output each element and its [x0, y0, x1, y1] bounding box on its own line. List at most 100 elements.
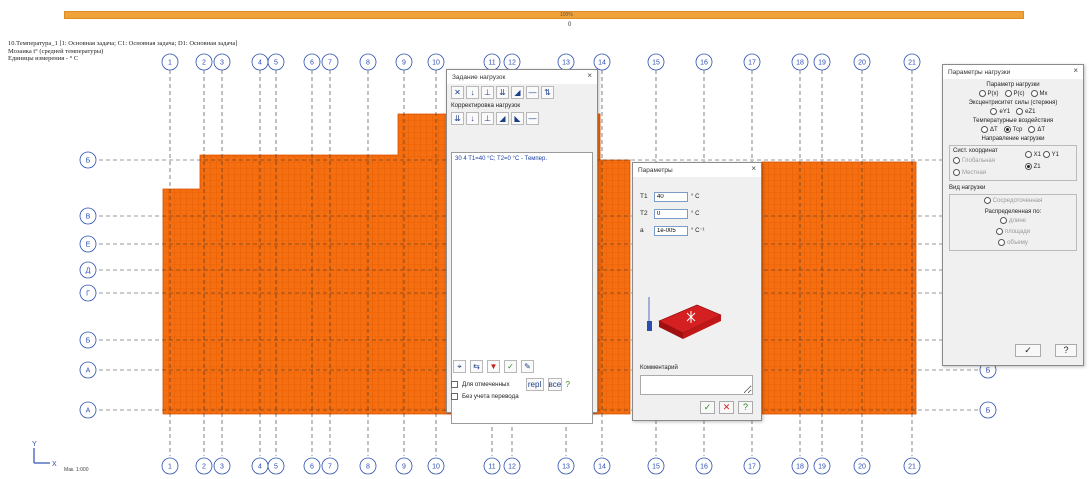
- triangle-load-icon[interactable]: ◣: [511, 112, 524, 125]
- radio-global[interactable]: Глобальная: [953, 157, 995, 164]
- t1-row: T1 ° C: [640, 191, 761, 202]
- axis-number-top: 17: [743, 53, 761, 71]
- loads-window[interactable]: Задание нагрузок × ✕ ↓ ⊥ ⇊ ◢ — ⇅ Коррект…: [446, 69, 598, 424]
- radio-ey1-label: еY1: [999, 108, 1011, 115]
- axis-number-top: 20: [853, 53, 871, 71]
- svg-text:6: 6: [310, 60, 314, 67]
- loads-toolbar-1: ✕ ↓ ⊥ ⇊ ◢ — ⇅: [447, 84, 597, 101]
- svg-text:20: 20: [858, 60, 866, 67]
- svg-text:7: 7: [328, 60, 332, 67]
- temperature-mosaic-right[interactable]: [761, 161, 917, 415]
- close-icon[interactable]: ×: [587, 71, 592, 80]
- delete-load-icon[interactable]: ✕: [451, 86, 464, 99]
- distributed-load-icon[interactable]: ⇊: [496, 86, 509, 99]
- radio-dt2[interactable]: ΔT: [1028, 126, 1045, 133]
- svg-text:5: 5: [274, 60, 278, 67]
- trapezoid-load-2-icon[interactable]: ◢: [496, 112, 509, 125]
- replace-button[interactable]: repl: [525, 377, 544, 391]
- axis-number-bottom: 18: [791, 457, 809, 475]
- parameters-window[interactable]: Параметры × T1 ° C T2 ° C a ° C⁻¹ Коммен…: [632, 162, 762, 421]
- radio-x1[interactable]: X1: [1024, 151, 1041, 158]
- svg-text:9: 9: [402, 60, 406, 67]
- radio-volume-label: объему: [1007, 239, 1028, 246]
- radio-area[interactable]: площади: [995, 228, 1030, 235]
- ok-button[interactable]: ✓: [700, 401, 715, 414]
- svg-text:3: 3: [220, 464, 224, 471]
- axis-letter-left: Г: [79, 284, 97, 302]
- list-item[interactable]: 30 4 T1=40 °C; T2=0 °C - Темпер.: [452, 153, 592, 165]
- all-button[interactable]: все: [547, 377, 562, 391]
- radio-volume[interactable]: объему: [998, 239, 1028, 246]
- axis-number-top: 16: [695, 53, 713, 71]
- axis-number-bottom: 5: [267, 457, 285, 475]
- svg-text:Г: Г: [86, 291, 90, 298]
- axis-number-top: 21: [903, 53, 921, 71]
- axis-number-bottom: 14: [593, 457, 611, 475]
- line-load-icon[interactable]: —: [526, 86, 539, 99]
- load-parameters-panel[interactable]: Параметры нагрузки × Параметр нагрузки Р…: [942, 64, 1084, 366]
- swap-icon[interactable]: ⇆: [470, 360, 483, 373]
- t2-unit: ° C: [691, 210, 700, 217]
- axis-number-top: 12: [503, 53, 521, 71]
- no-transfer-checkbox[interactable]: [451, 392, 458, 400]
- apply-icon[interactable]: ✓: [504, 360, 517, 373]
- axis-number-bottom: 10: [427, 457, 445, 475]
- line-load-2-icon[interactable]: —: [526, 112, 539, 125]
- axis-number-top: 1: [161, 53, 179, 71]
- help-icon[interactable]: ?: [566, 380, 570, 389]
- radio-dt[interactable]: ΔТ: [980, 126, 998, 133]
- edit-icon[interactable]: ✎: [521, 360, 534, 373]
- radio-y1[interactable]: Y1: [1042, 151, 1059, 158]
- load-panel-title: Параметры нагрузки ×: [943, 65, 1083, 79]
- help-button[interactable]: ?: [738, 401, 753, 414]
- radio-ez1[interactable]: еZ1: [1016, 108, 1036, 115]
- load-kind-section: Вид нагрузки: [949, 185, 986, 191]
- t1-input[interactable]: [654, 191, 688, 202]
- comment-field[interactable]: [640, 375, 753, 395]
- radio-ey1[interactable]: еY1: [990, 108, 1010, 115]
- a-row: a ° C⁻¹: [640, 225, 761, 236]
- axis-number-bottom: 13: [557, 457, 575, 475]
- moment-load-2-icon[interactable]: ⊥: [481, 112, 494, 125]
- svg-text:1: 1: [168, 464, 172, 471]
- radio-tavg[interactable]: Тср: [1003, 126, 1022, 133]
- apply-button[interactable]: ✓: [1015, 344, 1041, 357]
- close-icon[interactable]: ×: [1073, 66, 1078, 75]
- svg-text:В: В: [86, 214, 91, 221]
- radio-mx[interactable]: Мх: [1030, 90, 1048, 97]
- svg-text:19: 19: [818, 60, 826, 67]
- for-selected-checkbox[interactable]: [451, 380, 458, 388]
- radio-pc-label: Р(с): [1013, 90, 1025, 97]
- force-load-icon[interactable]: ↓: [466, 86, 479, 99]
- force-load-2-icon[interactable]: ↓: [466, 112, 479, 125]
- radio-z1[interactable]: Z1: [1024, 163, 1041, 170]
- cancel-button[interactable]: ✕: [719, 401, 734, 414]
- radio-length[interactable]: длине: [999, 217, 1026, 224]
- t1-label: T1: [640, 193, 648, 200]
- axis-number-top: 15: [647, 53, 665, 71]
- loads-options: Для отмеченных repl все ? Без учета пере…: [451, 377, 593, 402]
- filter-icon[interactable]: ▼: [487, 360, 500, 373]
- radio-concentrated[interactable]: Сосредоточенная: [983, 197, 1042, 204]
- moment-load-icon[interactable]: ⊥: [481, 86, 494, 99]
- axis-letter-left: Б: [79, 331, 97, 349]
- parameters-actions: ✓ ✕ ?: [700, 401, 753, 414]
- radio-px[interactable]: Р(х): [978, 90, 999, 97]
- radio-local[interactable]: Местная: [953, 169, 986, 176]
- help-button[interactable]: ?: [1055, 344, 1077, 357]
- a-input[interactable]: [654, 225, 688, 236]
- axis-number-top: 3: [213, 53, 231, 71]
- coordinate-axes-icon: Y X: [32, 441, 57, 468]
- uniform-load-icon[interactable]: ⇊: [451, 112, 464, 125]
- coord-system-label: Сист. координат: [953, 148, 998, 154]
- select-icon[interactable]: ⌖: [453, 360, 466, 373]
- distributed-label: Распределенная по:: [984, 209, 1042, 215]
- axis-number-top: 19: [813, 53, 831, 71]
- radio-pc[interactable]: Р(с): [1004, 90, 1025, 97]
- trapezoid-load-icon[interactable]: ◢: [511, 86, 524, 99]
- t2-input[interactable]: [654, 208, 688, 219]
- close-icon[interactable]: ×: [751, 164, 756, 173]
- eccentricity-radios: еY1 еZ1: [943, 108, 1083, 115]
- svg-text:10: 10: [432, 60, 440, 67]
- bar-load-icon[interactable]: ⇅: [541, 86, 554, 99]
